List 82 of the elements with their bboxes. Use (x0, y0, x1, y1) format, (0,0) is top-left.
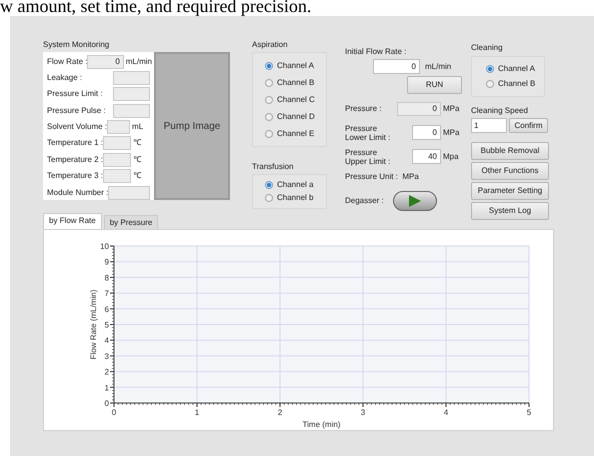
y-tick-label: 8 (104, 273, 109, 282)
number-input[interactable]: 40 (412, 149, 441, 164)
field-label: Pressure Pulse : (47, 104, 107, 117)
function-button[interactable]: Parameter Setting (471, 182, 549, 200)
field-label: Module Number : (47, 186, 108, 198)
x-tick-label: 1 (194, 408, 200, 417)
readout-field (113, 104, 150, 118)
field-label: Pressure Upper Limit : (345, 148, 392, 166)
number-input[interactable]: 0 (412, 125, 441, 140)
field-label: Solvent Volume : (47, 121, 108, 133)
readout-field (103, 136, 132, 150)
unit-text: Pressure Unit : MPa (345, 171, 420, 183)
unit-label: ℃ (132, 137, 142, 150)
unit-label: ℃ (132, 154, 142, 166)
function-button[interactable]: Other Functions (471, 162, 549, 180)
y-tick-label: 6 (104, 304, 109, 314)
y-axis-title: Flow Rate (mL/min) (89, 290, 98, 360)
tab[interactable]: by Flow Rate (43, 213, 102, 229)
radio-option[interactable]: Channel A (486, 62, 544, 75)
confirm-button[interactable]: Confirm (509, 118, 548, 133)
x-tick-label: 5 (526, 408, 532, 417)
unit-label: MPa (442, 126, 460, 138)
field-label: Pressure Lower Limit : (345, 124, 392, 142)
radio-option[interactable]: Channel C (265, 94, 326, 106)
field-label: Temperature 1 : (47, 137, 104, 150)
readout-field (103, 152, 132, 167)
radio-option[interactable]: Channel A (265, 60, 326, 72)
x-axis-title: Time (min) (302, 420, 340, 429)
readout-field (103, 169, 132, 184)
group-title: Cleaning (471, 43, 504, 53)
unit-label: mL/min (124, 56, 152, 68)
readout-field (107, 120, 130, 134)
group-title: Transfusion (252, 162, 294, 172)
y-tick-label: 7 (104, 289, 109, 298)
y-tick-label: 5 (104, 320, 109, 330)
tab[interactable]: by Pressure (104, 215, 158, 229)
y-tick-label: 10 (100, 242, 109, 251)
radio-option[interactable]: Channel b (265, 192, 326, 204)
radio-option[interactable]: Channel D (265, 110, 326, 122)
field-label: Cleaning Speed (471, 106, 529, 116)
group-title: Aspiration (252, 40, 289, 50)
run-button[interactable]: RUN (407, 76, 462, 94)
readout-field (113, 87, 150, 102)
degasser-toggle[interactable] (393, 191, 437, 211)
field-label: Pressure : (345, 104, 382, 113)
function-button[interactable]: Bubble Removal (471, 142, 549, 160)
x-tick-label: 3 (360, 408, 366, 417)
x-tick-label: 0 (112, 408, 116, 417)
play-icon (408, 195, 422, 207)
placeholder-label: Pump Image (164, 120, 220, 134)
field-label: Pressure Limit : (47, 88, 104, 100)
function-button[interactable]: System Log (471, 202, 549, 220)
x-tick-label: 2 (278, 408, 282, 417)
y-tick-label: 0 (104, 399, 109, 408)
group-title: System Monitoring (43, 40, 110, 50)
x-tick-label: 4 (444, 408, 448, 417)
flow-rate-input[interactable]: 0 (373, 59, 420, 74)
unit-label: mL (131, 121, 144, 133)
unit-label: MPa (442, 102, 460, 114)
readout-field (108, 186, 150, 200)
field-label: Leakage : (47, 72, 84, 84)
unit-label: Mpa (442, 150, 460, 162)
unit-label: mL/min (425, 60, 452, 72)
y-tick-label: 3 (104, 352, 109, 361)
radio-option[interactable]: Channel B (265, 76, 326, 88)
field-label: Degasser : (345, 195, 385, 207)
radio-option[interactable]: Channel a (265, 179, 326, 192)
field-label: Flow Rate : (47, 56, 88, 68)
readout-field: 0 (87, 54, 124, 68)
speed-input[interactable]: 1 (471, 118, 507, 133)
radio-option[interactable]: Channel B (486, 78, 544, 90)
y-tick-label: 4 (104, 336, 109, 346)
readout-field: 0 (397, 102, 441, 116)
radio-option[interactable]: Channel E (265, 128, 326, 140)
field-label: Initial Flow Rate : (345, 47, 408, 57)
field-label: Temperature 3 : (47, 170, 104, 182)
y-tick-label: 9 (104, 258, 109, 267)
unit-label: ℃ (132, 170, 142, 182)
y-tick-label: 1 (104, 383, 109, 392)
field-label: Temperature 2 : (47, 154, 104, 166)
readout-field (113, 70, 150, 85)
y-tick-label: 2 (104, 368, 109, 377)
